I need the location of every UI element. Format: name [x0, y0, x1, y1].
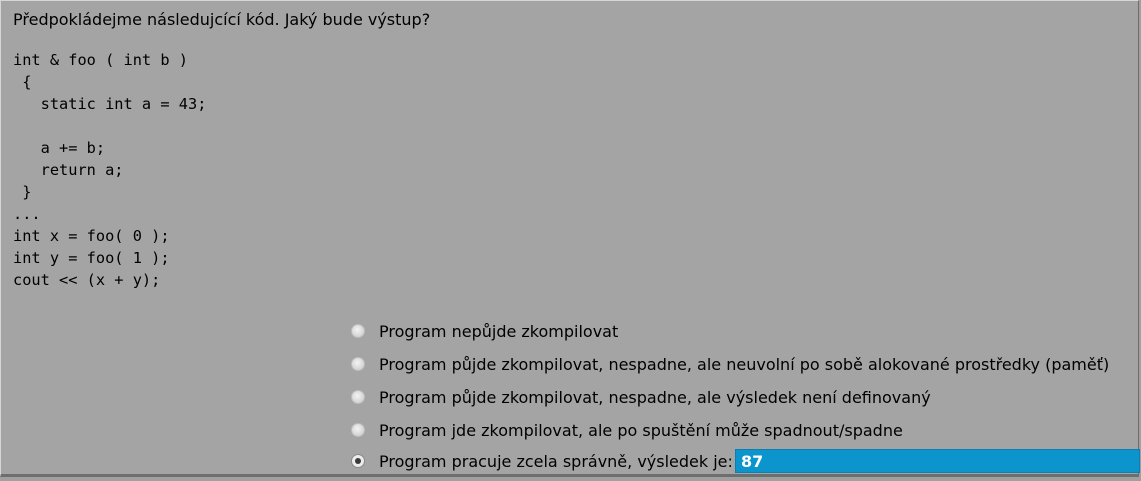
code-line: static int a = 43;	[13, 95, 207, 113]
radio-button-icon[interactable]	[351, 324, 365, 338]
code-line: ...	[13, 205, 41, 223]
option-label: Program nepůjde zkompilovat	[379, 321, 619, 341]
option-label: Program jde zkompilovat, ale po spuštění…	[379, 420, 903, 440]
option-not-compile[interactable]: Program nepůjde zkompilovat	[351, 319, 618, 343]
code-line: cout << (x + y);	[13, 271, 161, 289]
option-may-crash[interactable]: Program jde zkompilovat, ale po spuštění…	[351, 418, 903, 442]
option-works-correctly[interactable]: Program pracuje zcela správně, výsledek …	[351, 449, 733, 473]
option-undefined-result[interactable]: Program půjde zkompilovat, nespadne, ale…	[351, 385, 931, 409]
code-line: int x = foo( 0 );	[13, 227, 170, 245]
question-panel: Předpokládejme následujcící kód. Jaký bu…	[0, 0, 1140, 477]
code-line: {	[13, 73, 32, 91]
code-line: int & foo ( int b )	[13, 51, 188, 69]
radio-button-icon[interactable]	[351, 423, 365, 437]
code-line: a += b;	[13, 139, 106, 157]
option-memory-leak[interactable]: Program půjde zkompilovat, nespadne, ale…	[351, 352, 1109, 376]
code-line: int y = foo( 1 );	[13, 249, 170, 267]
radio-button-icon[interactable]	[351, 390, 365, 404]
option-label: Program pracuje zcela správně, výsledek …	[379, 451, 733, 471]
result-input[interactable]	[735, 449, 1140, 473]
option-label: Program půjde zkompilovat, nespadne, ale…	[379, 387, 931, 407]
code-line: return a;	[13, 161, 124, 179]
question-text: Předpokládejme následujcící kód. Jaký bu…	[13, 10, 431, 29]
option-label: Program půjde zkompilovat, nespadne, ale…	[379, 354, 1110, 374]
code-line: }	[13, 183, 32, 201]
code-block: int & foo ( int b ) { static int a = 43;…	[13, 49, 206, 291]
radio-button-icon[interactable]	[351, 357, 365, 371]
radio-button-selected-icon[interactable]	[351, 454, 365, 468]
